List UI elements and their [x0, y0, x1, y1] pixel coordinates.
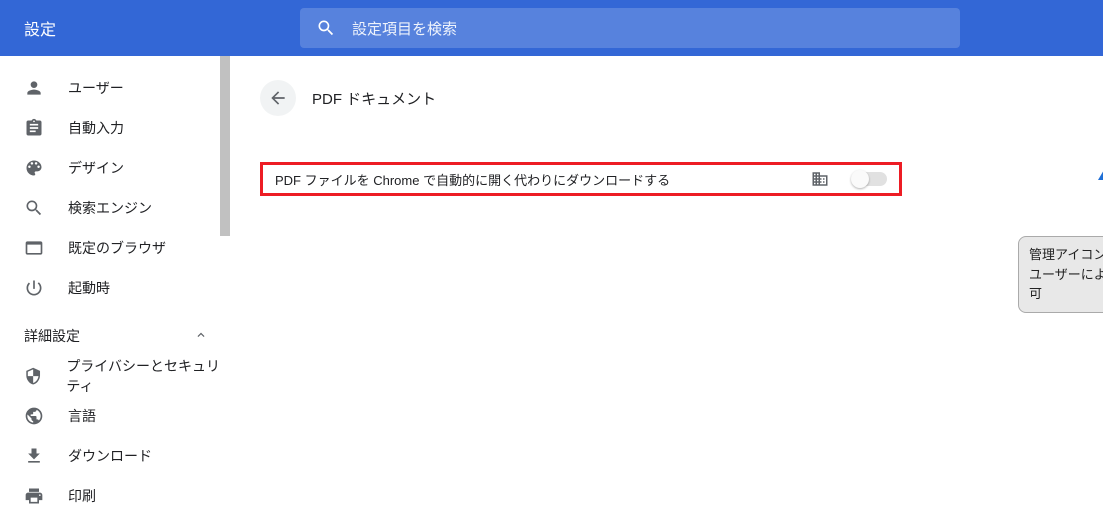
- page-title: PDF ドキュメント: [312, 88, 436, 109]
- chevron-up-icon: [194, 328, 208, 345]
- sidebar-item-label: ダウンロード: [68, 446, 152, 466]
- sidebar-item-design[interactable]: デザイン: [0, 148, 232, 188]
- arrow-head-icon: [1098, 158, 1103, 180]
- sidebar-item-label: 印刷: [68, 486, 96, 506]
- sidebar-item-label: デザイン: [68, 158, 124, 178]
- shield-icon: [24, 366, 42, 386]
- main: ユーザー 自動入力 デザイン 検索エンジン 既定のブラウザ 起動時 詳細設定: [0, 56, 1103, 526]
- sidebar-item-language[interactable]: 言語: [0, 396, 232, 436]
- toggle-switch[interactable]: [853, 172, 887, 186]
- content-area: PDF ドキュメント PDF ファイルを Chrome で自動的に開く代わりにダ…: [232, 56, 1103, 526]
- setting-row-highlight: PDF ファイルを Chrome で自動的に開く代わりにダウンロードする: [260, 162, 902, 196]
- app-title: 設定: [0, 16, 300, 40]
- sidebar-item-label: 自動入力: [68, 118, 124, 138]
- sidebar-item-label: プライバシーとセキュリティ: [66, 356, 232, 396]
- back-button[interactable]: [260, 80, 296, 116]
- page-header: PDF ドキュメント: [260, 80, 1079, 116]
- sidebar-item-label: 言語: [68, 406, 96, 426]
- sidebar-item-autofill[interactable]: 自動入力: [0, 108, 232, 148]
- setting-label: PDF ファイルを Chrome で自動的に開く代わりにダウンロードする: [275, 170, 811, 189]
- search-input[interactable]: 設定項目を検索: [300, 8, 960, 48]
- sidebar-item-label: 起動時: [68, 278, 110, 298]
- sidebar: ユーザー 自動入力 デザイン 検索エンジン 既定のブラウザ 起動時 詳細設定: [0, 56, 232, 526]
- palette-icon: [24, 158, 44, 178]
- browser-icon: [24, 238, 44, 258]
- callout-line-1: 管理アイコンが追加される: [1029, 245, 1103, 265]
- power-icon: [24, 278, 44, 298]
- sidebar-item-search-engine[interactable]: 検索エンジン: [0, 188, 232, 228]
- sidebar-item-default-browser[interactable]: 既定のブラウザ: [0, 228, 232, 268]
- print-icon: [24, 486, 44, 506]
- annotation-callout: 管理アイコンが追加される ユーザーによる設定変更不可: [1018, 236, 1103, 313]
- sidebar-item-download[interactable]: ダウンロード: [0, 436, 232, 476]
- search-placeholder: 設定項目を検索: [352, 18, 457, 39]
- arrow-left-icon: [268, 88, 288, 108]
- sidebar-item-privacy[interactable]: プライバシーとセキュリティ: [0, 356, 232, 396]
- sidebar-item-label: 既定のブラウザ: [68, 238, 166, 258]
- toggle-knob: [851, 170, 869, 188]
- person-icon: [24, 78, 44, 98]
- search-icon: [24, 198, 44, 218]
- scrollbar-thumb[interactable]: [220, 56, 230, 236]
- sidebar-item-label: 検索エンジン: [68, 198, 152, 218]
- sidebar-item-user[interactable]: ユーザー: [0, 68, 232, 108]
- sidebar-item-print[interactable]: 印刷: [0, 476, 232, 516]
- annotation-arrow: [1098, 158, 1103, 236]
- scrollbar[interactable]: [218, 56, 232, 526]
- managed-policy-icon: [811, 170, 829, 188]
- sidebar-section-label: 詳細設定: [24, 326, 80, 346]
- download-icon: [24, 446, 44, 466]
- app-header: 設定 設定項目を検索: [0, 0, 1103, 56]
- clipboard-icon: [24, 118, 44, 138]
- sidebar-section-advanced[interactable]: 詳細設定: [0, 316, 232, 356]
- callout-line-2: ユーザーによる設定変更不可: [1029, 265, 1103, 304]
- search-icon: [316, 18, 336, 38]
- sidebar-item-startup[interactable]: 起動時: [0, 268, 232, 308]
- sidebar-item-label: ユーザー: [68, 78, 124, 98]
- globe-icon: [24, 406, 44, 426]
